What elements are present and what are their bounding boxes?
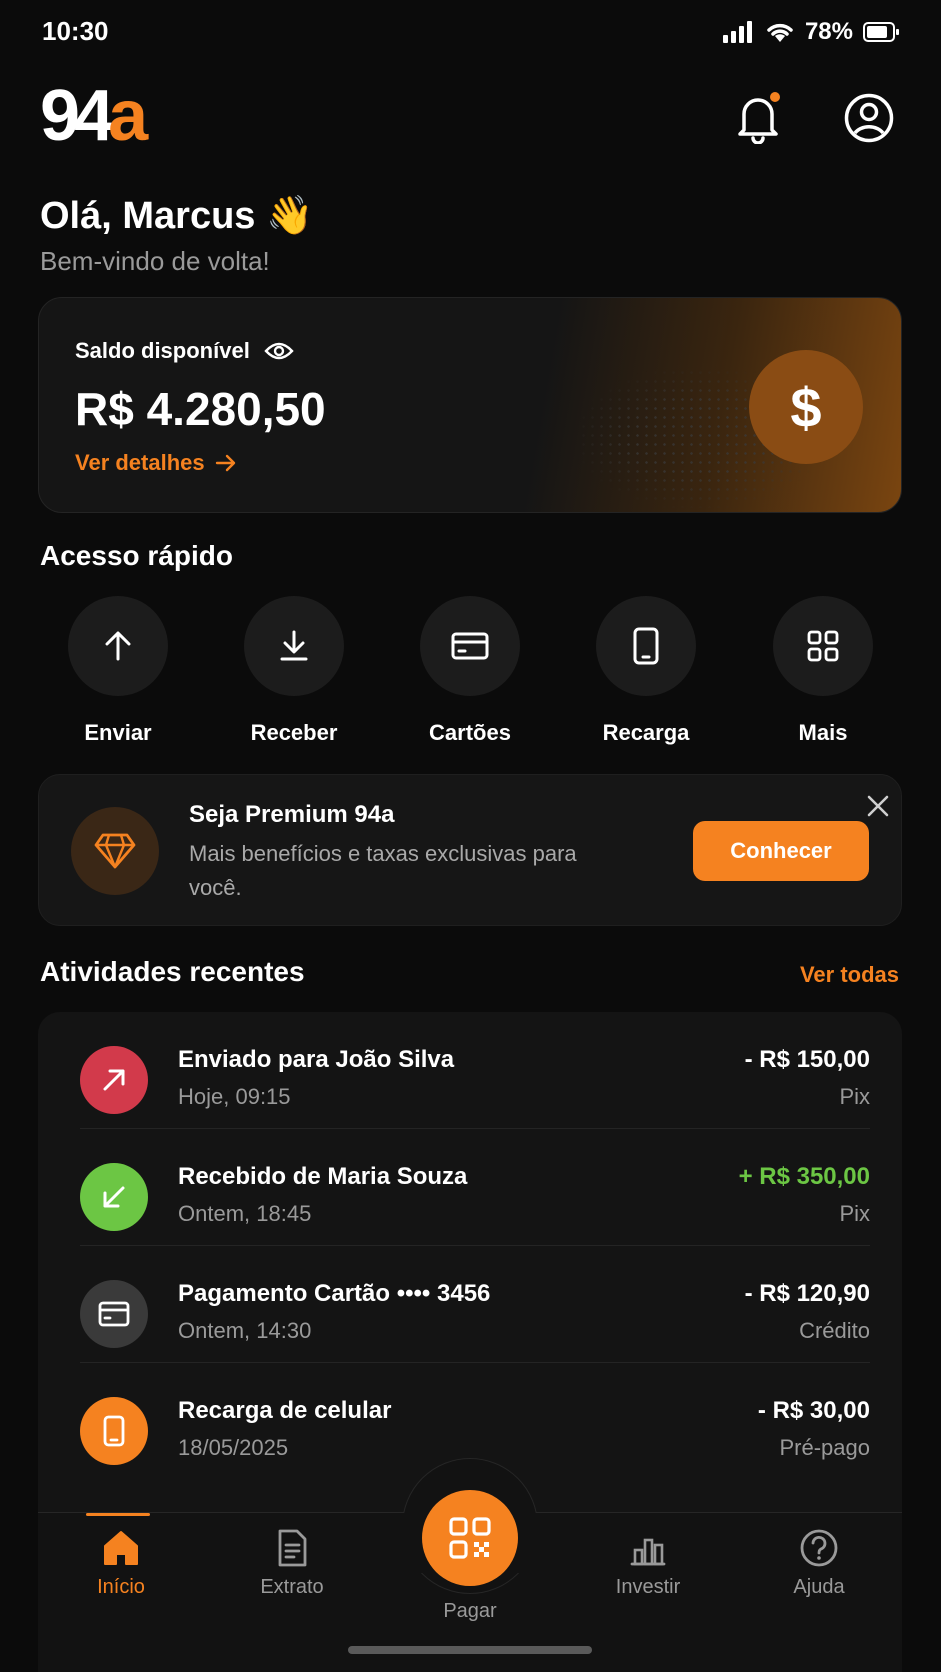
activity-date: Ontem, 14:30 [178, 1318, 312, 1343]
quick-receive-label: Receber [250, 720, 338, 745]
activity-row[interactable]: Enviado para João Silva Hoje, 09:15 - R$… [38, 1012, 902, 1129]
nav-statement[interactable]: Extrato [227, 1528, 357, 1599]
premium-learn-button[interactable]: Conhecer [693, 821, 869, 881]
quick-more-circle [773, 596, 873, 696]
see-all-link[interactable]: Ver todas [800, 962, 899, 988]
quick-send-circle [68, 596, 168, 696]
greeting-title: Olá, Marcus 👋 [40, 195, 314, 237]
premium-banner: Seja Premium 94a Mais benefícios e taxas… [38, 774, 902, 926]
nav-help[interactable]: Ajuda [754, 1528, 884, 1599]
active-tab-indicator [86, 1513, 150, 1516]
activity-title: Enviado para João Silva [178, 1046, 455, 1073]
help-icon [800, 1529, 838, 1567]
quick-recharge-label: Recarga [602, 720, 690, 745]
activity-type: Pix [839, 1201, 870, 1226]
quick-more-button[interactable]: Mais [753, 596, 893, 746]
see-details-label: Ver detalhes [75, 450, 205, 475]
activity-date: 18/05/2025 [178, 1435, 289, 1460]
activity-type: Pix [839, 1084, 870, 1109]
nav-invest-label: Investir [615, 1576, 681, 1598]
quick-cards-label: Cartões [429, 720, 511, 745]
card-icon [451, 632, 489, 660]
grid-icon [807, 630, 839, 662]
home-icon [104, 1531, 138, 1565]
nav-invest[interactable]: Investir [583, 1528, 713, 1599]
activity-title: Pagamento Cartão •••• 3456 [178, 1280, 491, 1307]
phone-icon [103, 1415, 125, 1447]
balance-label: Saldo disponível [75, 338, 250, 363]
activity-row[interactable]: Recebido de Maria Souza Ontem, 18:45 + R… [38, 1129, 902, 1246]
arrow-up-icon [105, 631, 131, 661]
activity-type: Crédito [799, 1318, 870, 1343]
activity-amount: - R$ 30,00 [757, 1397, 870, 1424]
battery-icon [863, 22, 899, 42]
card-icon [98, 1301, 130, 1327]
phone-icon [633, 627, 659, 665]
pay-button[interactable] [422, 1490, 518, 1586]
activity-icon-badge [80, 1397, 148, 1465]
quick-receive-circle [244, 596, 344, 696]
activity-icon-badge [80, 1280, 148, 1348]
activity-amount: - R$ 150,00 [744, 1046, 870, 1073]
user-profile-icon[interactable] [844, 93, 894, 143]
recent-activities-title: Atividades recentes [40, 956, 305, 987]
quick-send-button[interactable]: Enviar [48, 596, 188, 746]
quick-cards-button[interactable]: Cartões [400, 596, 540, 746]
quick-more-label: Mais [798, 720, 848, 745]
activity-title: Recarga de celular [178, 1397, 392, 1424]
dollar-icon: $ [749, 350, 863, 464]
balance-amount: R$ 4.280,50 [75, 383, 326, 435]
status-icons: 78% [722, 18, 899, 46]
arrow-up-right-icon [103, 1069, 125, 1091]
quick-access-title: Acesso rápido [40, 540, 233, 571]
signal-icon [722, 21, 752, 43]
activity-icon-badge [80, 1046, 148, 1114]
notification-dot [770, 92, 780, 102]
activity-amount: + R$ 350,00 [738, 1163, 870, 1190]
pay-label: Pagar [443, 1600, 497, 1622]
eye-icon[interactable] [264, 341, 294, 361]
statement-icon [278, 1529, 307, 1567]
battery-percent: 78% [804, 18, 853, 45]
chart-icon [630, 1538, 666, 1566]
quick-recharge-button[interactable]: Recarga [576, 596, 716, 746]
quick-recharge-circle [596, 596, 696, 696]
nav-home-label: Início [97, 1576, 145, 1598]
wifi-icon [767, 23, 793, 42]
quick-receive-button[interactable]: Receber [224, 596, 364, 746]
qr-code-icon [449, 1517, 491, 1559]
download-icon [280, 630, 308, 661]
nav-home[interactable]: Início [56, 1528, 186, 1599]
balance-label-row: Saldo disponível [75, 338, 294, 364]
nav-statement-label: Extrato [260, 1576, 324, 1598]
activity-icon-badge [80, 1163, 148, 1231]
app-logo: 94a [40, 80, 148, 152]
see-details-link[interactable]: Ver detalhes [75, 450, 237, 476]
quick-cards-circle [420, 596, 520, 696]
status-time: 10:30 [42, 16, 109, 46]
logo-letter: a [108, 76, 148, 156]
logo-number: 94 [40, 76, 114, 156]
home-indicator[interactable] [348, 1646, 592, 1654]
activity-title: Recebido de Maria Souza [178, 1163, 468, 1190]
premium-description: Mais benefícios e taxas exclusivas para … [189, 841, 577, 900]
gem-badge [71, 807, 159, 895]
activity-row[interactable]: Pagamento Cartão •••• 3456 Ontem, 14:30 … [38, 1246, 902, 1363]
arrow-down-left-icon [103, 1186, 125, 1208]
diamond-icon [94, 833, 136, 869]
close-icon[interactable] [863, 791, 893, 821]
quick-send-label: Enviar [84, 720, 152, 745]
activity-type: Pré-pago [779, 1435, 870, 1460]
activity-date: Hoje, 09:15 [178, 1084, 291, 1109]
activities-list: Enviado para João Silva Hoje, 09:15 - R$… [38, 1012, 902, 1512]
activity-date: Ontem, 18:45 [178, 1201, 312, 1226]
balance-card[interactable]: Saldo disponível R$ 4.280,50 Ver detalhe… [38, 297, 902, 513]
nav-help-label: Ajuda [793, 1576, 845, 1598]
arrow-right-icon [215, 454, 235, 472]
activity-amount: - R$ 120,90 [744, 1280, 870, 1307]
greeting-subtitle: Bem-vindo de volta! [40, 246, 270, 276]
premium-title: Seja Premium 94a [189, 801, 395, 828]
